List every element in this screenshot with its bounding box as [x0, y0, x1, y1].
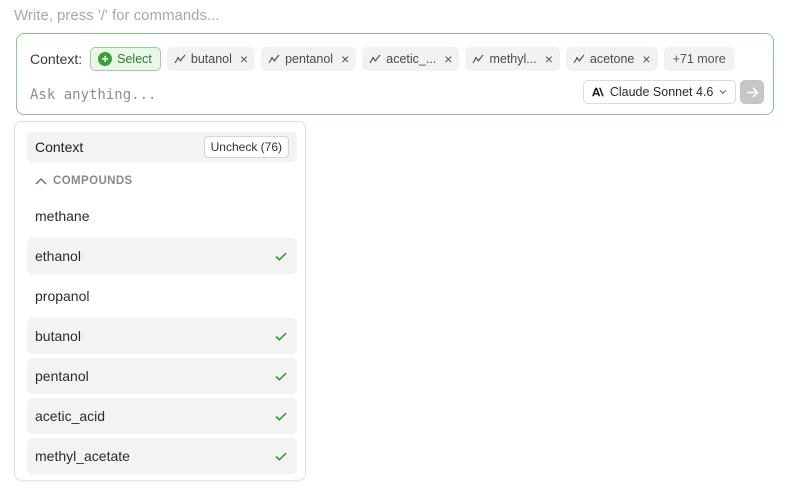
chip-label: pentanol [285, 52, 334, 66]
list-item[interactable]: acetic_acid [27, 398, 297, 434]
more-chips-button[interactable]: +71 more [663, 47, 735, 71]
item-label: methane [35, 208, 90, 224]
select-context-button[interactable]: + Select [90, 47, 161, 71]
editor-placeholder[interactable]: Write, press '/' for commands... [14, 7, 220, 24]
close-icon[interactable]: × [642, 52, 650, 66]
compound-list: methane ethanol propanol butanol pentanol ace… [27, 198, 297, 478]
list-item[interactable]: ethanol [27, 238, 297, 274]
check-icon [275, 252, 287, 261]
context-chip[interactable]: pentanol × [261, 47, 357, 71]
trend-icon [174, 54, 186, 64]
close-icon[interactable]: × [545, 52, 553, 66]
send-button[interactable] [740, 80, 764, 104]
chip-label: acetic_... [386, 52, 437, 66]
plus-circle-icon: + [98, 52, 113, 66]
model-selector[interactable]: Claude Sonnet 4.6 [583, 80, 736, 104]
arrow-right-icon [746, 86, 759, 98]
chip-label: acetone [589, 52, 635, 66]
list-item[interactable]: methyl_acetate [27, 438, 297, 474]
list-item[interactable]: pentanol [27, 358, 297, 394]
context-chip[interactable]: methyl... × [465, 47, 560, 71]
item-label: propanol [35, 288, 90, 304]
dropdown-header: Context Uncheck (76) [27, 132, 297, 162]
context-chip[interactable]: acetic_... × [362, 47, 460, 71]
item-label: acetic_acid [35, 408, 106, 424]
check-icon [275, 332, 287, 341]
check-icon [275, 372, 287, 381]
list-item[interactable]: propanol [27, 278, 297, 314]
chip-label: butanol [190, 52, 232, 66]
item-label: methyl_acetate [35, 448, 130, 464]
close-icon[interactable]: × [240, 52, 248, 66]
context-row: Context: + Select butanol × pentanol × a… [30, 46, 735, 72]
anthropic-logo-icon [592, 87, 604, 97]
list-item[interactable]: butanol [27, 318, 297, 354]
trend-icon [472, 54, 484, 64]
section-label: COMPOUNDS [53, 175, 133, 187]
item-label: pentanol [35, 368, 89, 384]
item-label: butanol [35, 328, 81, 344]
chevron-down-icon [719, 89, 727, 94]
model-name: Claude Sonnet 4.6 [609, 85, 714, 99]
chevron-up-icon [35, 178, 47, 185]
context-dropdown: Context Uncheck (76) COMPOUNDS methane et… [14, 121, 306, 481]
dropdown-title: Context [35, 139, 84, 155]
chip-label: methyl... [489, 52, 537, 66]
trend-icon [369, 54, 381, 64]
context-label: Context: [30, 51, 83, 67]
chat-composer: Context: + Select butanol × pentanol × a… [16, 33, 774, 115]
close-icon[interactable]: × [444, 52, 452, 66]
select-label: Select [117, 52, 152, 66]
check-icon [275, 452, 287, 461]
ask-input[interactable] [30, 84, 550, 106]
check-icon [275, 412, 287, 421]
uncheck-all-button[interactable]: Uncheck (76) [203, 136, 289, 158]
compounds-section-toggle[interactable]: COMPOUNDS [35, 172, 133, 190]
context-chip[interactable]: acetone × [565, 47, 658, 71]
close-icon[interactable]: × [341, 52, 349, 66]
context-chip[interactable]: butanol × [166, 47, 256, 71]
trend-icon [268, 54, 280, 64]
list-item[interactable]: methane [27, 198, 297, 234]
trend-icon [573, 54, 585, 64]
item-label: ethanol [35, 248, 81, 264]
